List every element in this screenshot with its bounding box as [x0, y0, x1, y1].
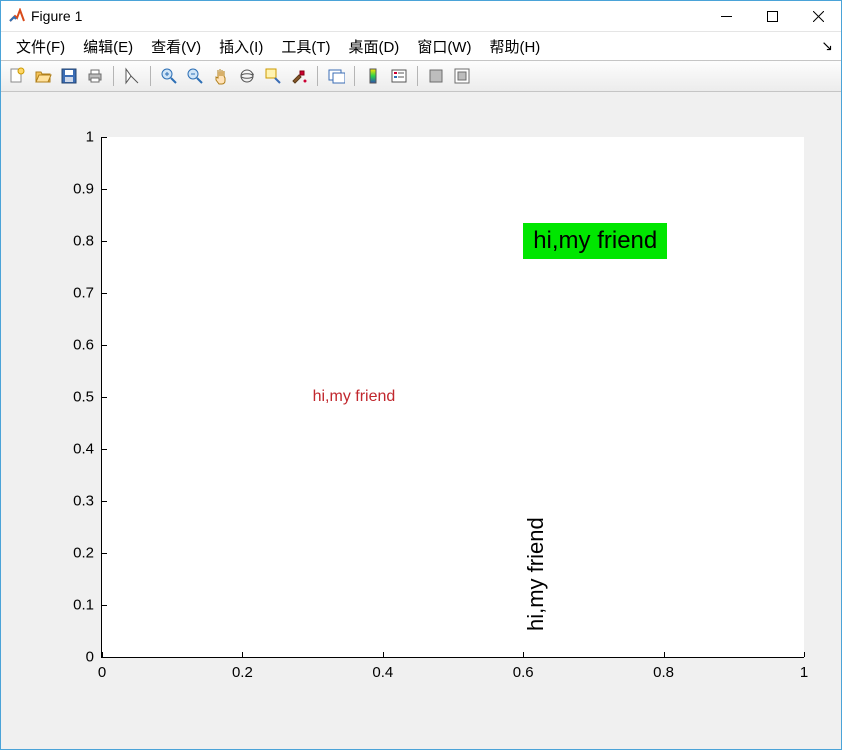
zoom-out-button[interactable] — [183, 64, 207, 88]
x-tick-label: 0.2 — [232, 657, 253, 680]
axes[interactable]: 00.10.20.30.40.50.60.70.80.9100.20.40.60… — [101, 137, 804, 658]
save-button[interactable] — [57, 64, 81, 88]
x-tick-label: 0.6 — [513, 657, 534, 680]
x-tick-label: 0 — [98, 657, 106, 680]
link-axes-button[interactable] — [324, 64, 348, 88]
titlebar: Figure 1 — [1, 1, 841, 32]
menu-help[interactable]: 帮助(H) — [480, 34, 549, 59]
data-cursor-button[interactable] — [261, 64, 285, 88]
maximize-button[interactable] — [749, 1, 795, 31]
menubar: 文件(F) 编辑(E) 查看(V) 插入(I) 工具(T) 桌面(D) 窗口(W… — [1, 32, 841, 60]
x-tick-label: 1 — [800, 657, 808, 680]
y-tick-label: 0.3 — [73, 494, 102, 509]
insert-colorbar-button[interactable] — [361, 64, 385, 88]
y-tick-label: 0.4 — [73, 442, 102, 457]
close-button[interactable] — [795, 1, 841, 31]
hide-plot-tools-button[interactable] — [424, 64, 448, 88]
figure-window: Figure 1 文件(F) 编辑(E) 查看(V) 插入(I) 工具(T) 桌… — [0, 0, 842, 750]
menu-edit[interactable]: 编辑(E) — [74, 34, 142, 59]
menu-desktop[interactable]: 桌面(D) — [339, 34, 408, 59]
y-tick-label: 0.8 — [73, 234, 102, 249]
menu-view[interactable]: 查看(V) — [142, 34, 210, 59]
menu-insert[interactable]: 插入(I) — [210, 34, 272, 59]
insert-legend-button[interactable] — [387, 64, 411, 88]
brush-button[interactable] — [287, 64, 311, 88]
new-figure-button[interactable] — [5, 64, 29, 88]
menu-file[interactable]: 文件(F) — [7, 34, 74, 59]
x-tick-label: 0.4 — [372, 657, 393, 680]
text-annotation[interactable]: hi,my friend — [523, 223, 667, 259]
toolbar — [1, 60, 841, 92]
figure-canvas[interactable]: 00.10.20.30.40.50.60.70.80.9100.20.40.60… — [1, 92, 841, 749]
matlab-icon — [9, 8, 25, 24]
rotate3d-button[interactable] — [235, 64, 259, 88]
print-button[interactable] — [83, 64, 107, 88]
pan-button[interactable] — [209, 64, 233, 88]
y-tick-label: 0.1 — [73, 598, 102, 613]
minimize-button[interactable] — [703, 1, 749, 31]
open-button[interactable] — [31, 64, 55, 88]
edit-plot-button[interactable] — [120, 64, 144, 88]
text-annotation[interactable]: hi,my friend — [523, 517, 549, 631]
y-tick-label: 0.5 — [73, 390, 102, 405]
undock-icon[interactable]: ↘ — [821, 38, 833, 55]
zoom-in-button[interactable] — [157, 64, 181, 88]
y-tick-label: 0.7 — [73, 286, 102, 301]
x-tick-label: 0.8 — [653, 657, 674, 680]
y-tick-label: 0.6 — [73, 338, 102, 353]
text-annotation[interactable]: hi,my friend — [313, 388, 396, 406]
menu-window[interactable]: 窗口(W) — [408, 34, 480, 59]
y-tick-label: 0.9 — [73, 182, 102, 197]
window-title: Figure 1 — [31, 8, 82, 24]
y-tick-label: 0.2 — [73, 546, 102, 561]
y-tick-label: 1 — [86, 130, 102, 145]
menu-tools[interactable]: 工具(T) — [272, 34, 339, 59]
show-plot-tools-button[interactable] — [450, 64, 474, 88]
